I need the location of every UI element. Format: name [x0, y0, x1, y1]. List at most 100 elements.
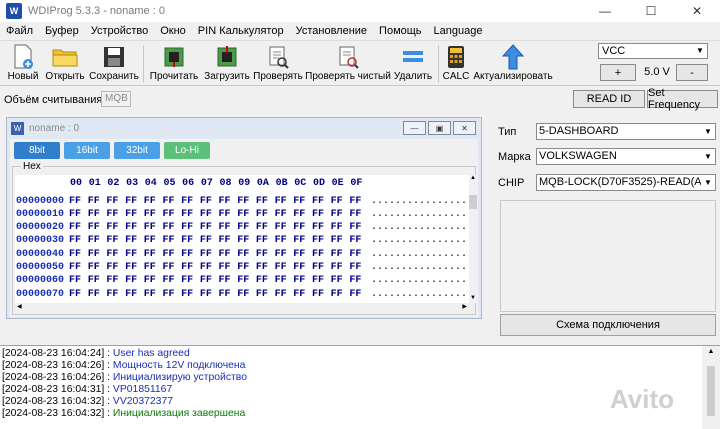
hex-byte[interactable]: FF	[181, 235, 200, 246]
hex-byte[interactable]: FF	[312, 196, 331, 207]
hex-byte[interactable]: FF	[162, 235, 181, 246]
log-scrollbar[interactable]: ▲	[702, 346, 720, 429]
hex-byte[interactable]: FF	[237, 249, 256, 260]
hex-byte[interactable]: FF	[237, 196, 256, 207]
hex-horizontal-scrollbar[interactable]: ◀ ▶	[15, 303, 469, 313]
scroll-thumb[interactable]	[469, 195, 477, 209]
new-button[interactable]: Новый	[6, 43, 40, 85]
hex-byte[interactable]: FF	[69, 262, 88, 273]
calc-button[interactable]: CALC	[443, 43, 469, 85]
tab-lo-hi[interactable]: Lo-Hi	[164, 142, 210, 159]
hex-byte[interactable]: FF	[331, 275, 350, 286]
hex-byte[interactable]: FF	[125, 196, 144, 207]
hex-byte[interactable]: FF	[237, 275, 256, 286]
hex-byte[interactable]: FF	[162, 275, 181, 286]
hex-byte[interactable]: FF	[181, 275, 200, 286]
hex-byte[interactable]: FF	[125, 262, 144, 273]
hex-row[interactable]: 00000070 FF FF FF FF FF FF FF FF FF FF FF FF FF FF FF FF…	[15, 288, 467, 300]
hex-byte[interactable]: FF	[144, 275, 163, 286]
hex-byte[interactable]: FF	[219, 289, 238, 300]
read-button[interactable]: Прочитать	[149, 43, 199, 85]
delete-button[interactable]: Удалить	[393, 43, 433, 85]
hex-byte[interactable]: FF	[88, 275, 107, 286]
hex-byte[interactable]: FF	[144, 209, 163, 220]
hex-byte[interactable]: FF	[331, 262, 350, 273]
hex-byte[interactable]: FF	[293, 289, 312, 300]
hex-byte[interactable]: FF	[256, 249, 275, 260]
hex-byte[interactable]: FF	[106, 275, 125, 286]
hex-byte[interactable]: FF	[275, 262, 294, 273]
hex-byte[interactable]: FF	[181, 209, 200, 220]
scroll-up-icon[interactable]: ▲	[702, 348, 720, 355]
hex-byte[interactable]: FF	[200, 235, 219, 246]
hex-byte[interactable]: FF	[349, 209, 368, 220]
child-restore-button[interactable]: ▣	[428, 121, 451, 135]
hex-byte[interactable]: FF	[200, 249, 219, 260]
hex-byte[interactable]: FF	[125, 249, 144, 260]
hex-byte[interactable]: FF	[349, 235, 368, 246]
hex-byte[interactable]: FF	[312, 275, 331, 286]
hex-byte[interactable]: FF	[275, 289, 294, 300]
hex-byte[interactable]: FF	[144, 222, 163, 233]
child-close-button[interactable]: ✕	[453, 121, 476, 135]
hex-byte[interactable]: FF	[237, 209, 256, 220]
hex-byte[interactable]: FF	[106, 235, 125, 246]
hex-byte[interactable]: FF	[106, 262, 125, 273]
hex-byte[interactable]: FF	[331, 289, 350, 300]
hex-byte[interactable]: FF	[125, 222, 144, 233]
hex-byte[interactable]: FF	[88, 249, 107, 260]
hex-byte[interactable]: FF	[162, 289, 181, 300]
hex-byte[interactable]: FF	[181, 289, 200, 300]
hex-byte[interactable]: FF	[106, 196, 125, 207]
menu-setup[interactable]: Установление	[290, 22, 373, 40]
tab-32bit[interactable]: 32bit	[114, 142, 160, 159]
hex-byte[interactable]: FF	[200, 275, 219, 286]
log-scroll-thumb[interactable]	[707, 366, 715, 416]
scroll-left-icon[interactable]: ◀	[17, 303, 22, 310]
read-volume-field[interactable]: MQB	[101, 91, 131, 107]
hex-byte[interactable]: FF	[69, 222, 88, 233]
chip-select[interactable]: MQB-LOCK(D70F3525)-READ(ADAP ▼	[536, 174, 716, 191]
tab-16bit[interactable]: 16bit	[64, 142, 110, 159]
hex-byte[interactable]: FF	[219, 235, 238, 246]
menu-help[interactable]: Помощь	[373, 22, 428, 40]
menu-file[interactable]: Файл	[0, 22, 39, 40]
set-frequency-button[interactable]: Set Frequency	[647, 87, 718, 111]
menu-device[interactable]: Устройство	[85, 22, 155, 40]
hex-byte[interactable]: FF	[88, 196, 107, 207]
hex-byte[interactable]: FF	[275, 249, 294, 260]
hex-byte[interactable]: FF	[256, 289, 275, 300]
hex-byte[interactable]: FF	[275, 196, 294, 207]
hex-byte[interactable]: FF	[88, 262, 107, 273]
hex-byte[interactable]: FF	[293, 235, 312, 246]
minimize-button[interactable]: —	[582, 0, 628, 22]
hex-byte[interactable]: FF	[69, 249, 88, 260]
hex-byte[interactable]: FF	[69, 289, 88, 300]
hex-row[interactable]: 00000030 FF FF FF FF FF FF FF FF FF FF FF FF FF FF FF FF…	[15, 235, 467, 247]
hex-byte[interactable]: FF	[312, 235, 331, 246]
maximize-button[interactable]: ☐	[628, 0, 674, 22]
hex-byte[interactable]: FF	[331, 235, 350, 246]
hex-byte[interactable]: FF	[219, 222, 238, 233]
hex-byte[interactable]: FF	[219, 249, 238, 260]
hex-byte[interactable]: FF	[275, 222, 294, 233]
hex-byte[interactable]: FF	[162, 249, 181, 260]
load-button[interactable]: Загрузить	[203, 43, 251, 85]
hex-byte[interactable]: FF	[88, 209, 107, 220]
hex-byte[interactable]: FF	[125, 235, 144, 246]
hex-byte[interactable]: FF	[88, 222, 107, 233]
hex-byte[interactable]: FF	[181, 262, 200, 273]
hex-byte[interactable]: FF	[256, 235, 275, 246]
close-button[interactable]: ✕	[674, 0, 720, 22]
hex-byte[interactable]: FF	[125, 275, 144, 286]
scroll-right-icon[interactable]: ▶	[462, 303, 467, 310]
hex-byte[interactable]: FF	[312, 249, 331, 260]
read-id-button[interactable]: READ ID	[573, 90, 645, 108]
hex-byte[interactable]: FF	[275, 275, 294, 286]
hex-row[interactable]: 00000020 FF FF FF FF FF FF FF FF FF FF FF FF FF FF FF FF…	[15, 222, 467, 234]
hex-byte[interactable]: FF	[106, 249, 125, 260]
hex-byte[interactable]: FF	[69, 235, 88, 246]
hex-byte[interactable]: FF	[200, 262, 219, 273]
hex-byte[interactable]: FF	[200, 209, 219, 220]
menu-language[interactable]: Language	[428, 22, 489, 40]
